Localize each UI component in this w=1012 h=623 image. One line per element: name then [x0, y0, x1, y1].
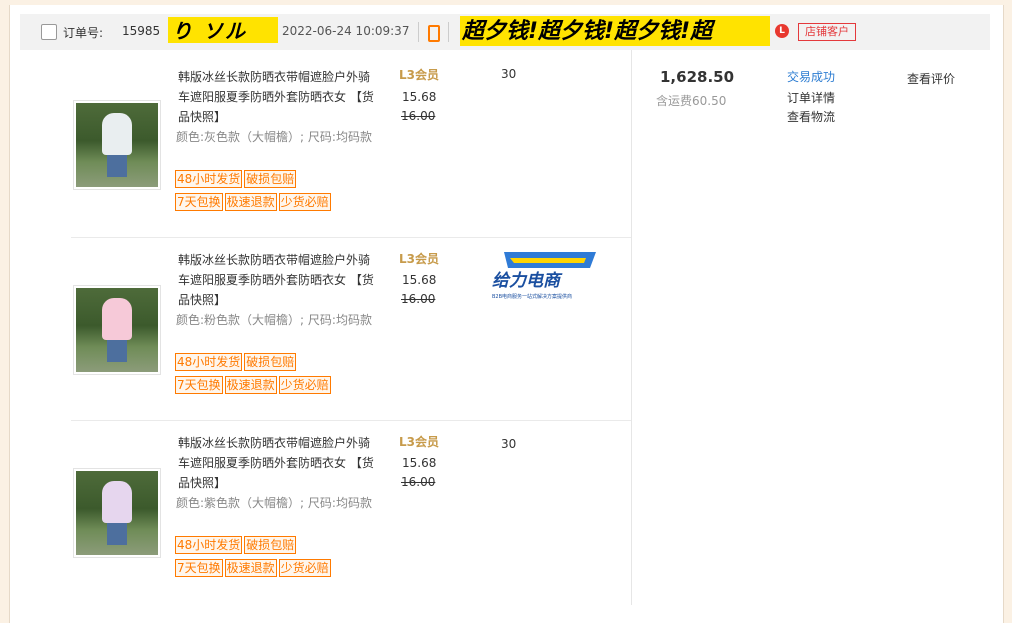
service-tag: 破损包赔 [244, 536, 297, 554]
original-price: 16.00 [401, 292, 436, 306]
shop-level-icon: L [775, 24, 789, 38]
service-tag: 7天包换 [175, 193, 223, 211]
product-attributes: 颜色:紫色款（大帽檐）; 尺码:均码款 [176, 496, 372, 510]
member-level: L3会员 [399, 252, 439, 266]
redaction-scribble: り ソル [168, 17, 278, 43]
unit-price: 15.68 [402, 456, 437, 470]
order-checkbox[interactable] [41, 24, 57, 40]
member-level: L3会员 [399, 435, 439, 449]
order-header: 订单号: 15985 り ソル 2022-06-24 10:09:37 超夕钱!… [20, 14, 990, 50]
service-tag: 7天包换 [175, 559, 223, 577]
order-number-label: 订单号: [63, 26, 104, 40]
order-total: 1,628.50 [660, 68, 735, 86]
product-title[interactable]: 韩版冰丝长款防晒衣带帽遮脸户外骑车遮阳服夏季防晒外套防晒衣女 【货品快照】 [178, 433, 378, 493]
divider [418, 22, 419, 42]
shipping-fee: 含运费60.50 [656, 94, 727, 108]
service-tags: 48小时发货 破损包赔 7天包换 极速退款 少货必赔 [175, 536, 385, 582]
order-item: 韩版冰丝长款防晒衣带帽遮脸户外骑车遮阳服夏季防晒外套防晒衣女 【货品快照】 颜色… [71, 420, 631, 604]
watermark-brand: 给力电商 [492, 271, 563, 291]
mobile-phone-icon [428, 25, 440, 42]
service-tag: 极速退款 [224, 559, 277, 577]
shop-customer-badge[interactable]: 店铺客户 [798, 23, 856, 41]
order-number: 15985 [122, 24, 161, 38]
view-logistics-link[interactable]: 查看物流 [787, 108, 835, 125]
service-tag: 极速退款 [224, 193, 277, 211]
divider [448, 22, 449, 42]
trade-status-link[interactable]: 交易成功 [787, 68, 835, 85]
product-thumbnail[interactable] [73, 100, 161, 190]
redaction-scribble: 超夕钱!超夕钱!超夕钱!超 [460, 16, 770, 46]
service-tags: 48小时发货 破损包赔 7天包换 极速退款 少货必赔 [175, 353, 385, 399]
member-level: L3会员 [399, 68, 439, 82]
service-tags: 48小时发货 破损包赔 7天包换 极速退款 少货必赔 [175, 170, 385, 216]
service-tag: 破损包赔 [244, 170, 297, 188]
quantity: 30 [501, 437, 517, 451]
service-tag: 极速退款 [224, 376, 277, 394]
product-title[interactable]: 韩版冰丝长款防晒衣带帽遮脸户外骑车遮阳服夏季防晒外套防晒衣女 【货品快照】 [178, 67, 378, 127]
unit-price: 15.68 [402, 90, 437, 104]
service-tag: 48小时发货 [175, 170, 243, 188]
original-price: 16.00 [401, 109, 436, 123]
column-divider [631, 50, 632, 605]
order-detail-link[interactable]: 订单详情 [787, 89, 835, 106]
product-thumbnail[interactable] [73, 285, 161, 375]
product-thumbnail[interactable] [73, 468, 161, 558]
service-tag: 破损包赔 [244, 353, 297, 371]
order-date: 2022-06-24 10:09:37 [282, 24, 410, 38]
view-review-link[interactable]: 查看评价 [907, 70, 955, 87]
quantity: 30 [501, 67, 517, 81]
unit-price: 15.68 [402, 273, 437, 287]
service-tag: 少货必赔 [278, 376, 331, 394]
order-item: 韩版冰丝长款防晒衣带帽遮脸户外骑车遮阳服夏季防晒外套防晒衣女 【货品快照】 颜色… [71, 55, 631, 238]
product-title[interactable]: 韩版冰丝长款防晒衣带帽遮脸户外骑车遮阳服夏季防晒外套防晒衣女 【货品快照】 [178, 250, 378, 310]
original-price: 16.00 [401, 475, 436, 489]
watermark-logo: 给力电商 B2B电商服务一站式解决方案提供商 [492, 252, 596, 300]
service-tag: 48小时发货 [175, 353, 243, 371]
service-tag: 7天包换 [175, 376, 223, 394]
watermark-tagline: B2B电商服务一站式解决方案提供商 [492, 293, 572, 300]
service-tag: 48小时发货 [175, 536, 243, 554]
product-attributes: 颜色:灰色款（大帽檐）; 尺码:均码款 [176, 130, 372, 144]
service-tag: 少货必赔 [278, 559, 331, 577]
service-tag: 少货必赔 [278, 193, 331, 211]
product-attributes: 颜色:粉色款（大帽檐）; 尺码:均码款 [176, 313, 372, 327]
